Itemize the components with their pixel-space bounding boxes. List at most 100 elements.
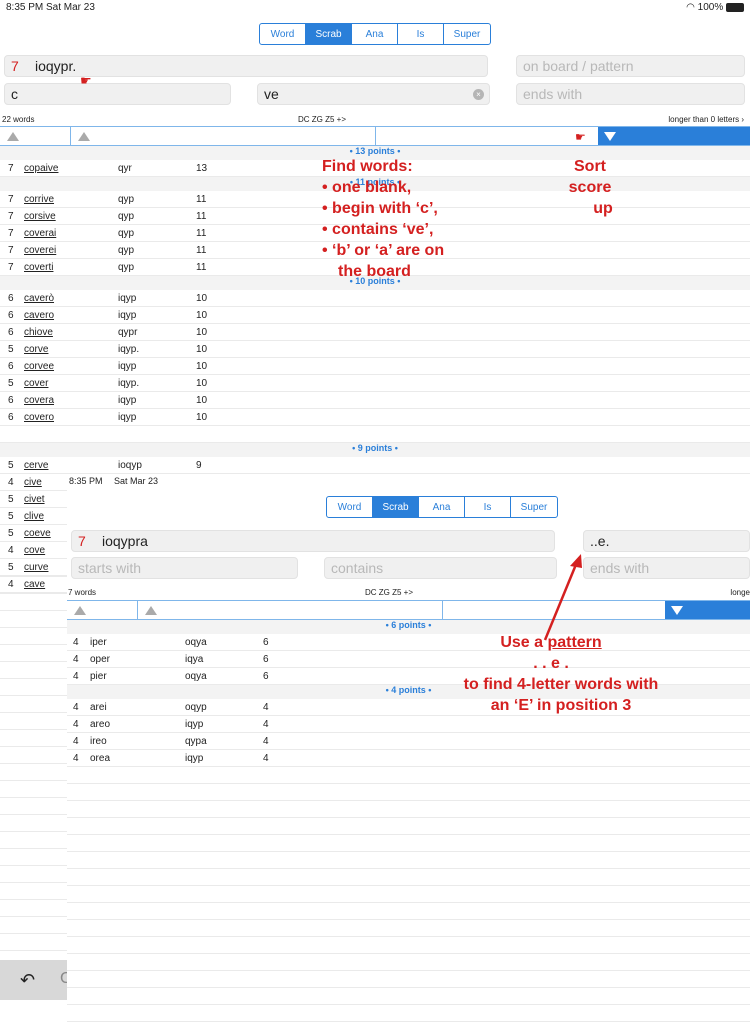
- annot-line: an ‘E’ in position 3: [490, 697, 632, 714]
- word: arei: [90, 702, 107, 713]
- word-length: 6: [8, 361, 14, 372]
- status-bar: 8:35 PM Sat Mar 23 ◠ 100%: [0, 0, 750, 16]
- rack-remaining: oqyp: [185, 702, 207, 713]
- word-length: 7: [8, 262, 14, 273]
- tab-ana[interactable]: Ana: [352, 24, 398, 44]
- sort-length-icon[interactable]: [7, 132, 19, 141]
- rack-remaining: iqyp: [118, 310, 137, 321]
- rack-remaining: qyp: [118, 194, 135, 205]
- contains-input[interactable]: ve ×: [257, 83, 490, 105]
- dictionary-options[interactable]: DC ZG Z5 +>: [298, 115, 346, 124]
- table-row[interactable]: 5 cerve ioqyp 9: [0, 457, 750, 474]
- table-row[interactable]: 6 covero iqyp 10: [0, 409, 750, 426]
- ends-with-input-2[interactable]: ends with: [583, 557, 750, 579]
- table-row[interactable]: 6 chiove qypr 10: [0, 324, 750, 341]
- word: oper: [90, 654, 111, 665]
- word-score: 11: [196, 228, 207, 239]
- word-score: 6: [263, 671, 269, 682]
- word-length: 5: [8, 494, 14, 505]
- table-row[interactable]: 4 areo iqyp 4: [67, 716, 750, 733]
- word-length: 5: [8, 528, 14, 539]
- rack-input: ioqypr.: [35, 58, 77, 74]
- word-length: 4: [73, 736, 79, 747]
- ends-with-input[interactable]: ends with: [516, 83, 745, 105]
- tab-word-2[interactable]: Word: [327, 497, 373, 517]
- word-score: 10: [196, 395, 208, 406]
- tab-scrab-2[interactable]: Scrab: [373, 497, 419, 517]
- contains-input-2[interactable]: contains: [324, 557, 557, 579]
- word-length: 7: [8, 228, 14, 239]
- word-score: 6: [263, 637, 269, 648]
- word-length: 7: [8, 163, 14, 174]
- dictionary-options-2[interactable]: DC ZG Z5 +>: [365, 588, 413, 597]
- word: coverei: [24, 245, 57, 256]
- sort-score-button[interactable]: [598, 127, 750, 145]
- tab-ana-2[interactable]: Ana: [419, 497, 465, 517]
- rack-field[interactable]: 7 ioqypr.: [4, 55, 488, 77]
- table-row[interactable]: 6 corvee iqyp 10: [0, 358, 750, 375]
- word: coeve: [24, 528, 51, 539]
- annotation-pattern-desc: to find 4-letter words with an ‘E’ in po…: [431, 674, 691, 716]
- table-row[interactable]: 5 corve iqyp. 10: [0, 341, 750, 358]
- rack-count: 7: [11, 58, 19, 74]
- word-length: 4: [73, 637, 79, 648]
- word-length: 6: [8, 327, 14, 338]
- word-length: 4: [8, 477, 14, 488]
- pattern-input[interactable]: ..e.: [583, 530, 750, 552]
- pointing-hand-icon: ☛: [80, 73, 92, 88]
- word-length: 4: [73, 719, 79, 730]
- tab-super-2[interactable]: Super: [511, 497, 557, 517]
- sort-descending-icon-2: [671, 606, 683, 615]
- sort-word-icon-2[interactable]: [145, 606, 157, 615]
- table-row[interactable]: 6 covera iqyp 10: [0, 392, 750, 409]
- word-score: 11: [196, 245, 207, 256]
- annot-pattern-title: Use a pattern: [500, 634, 602, 651]
- word-length: 7: [8, 194, 14, 205]
- annot-line: Find words:: [322, 158, 413, 175]
- word: areo: [90, 719, 111, 730]
- word-score: 10: [196, 327, 208, 338]
- tab-super[interactable]: Super: [444, 24, 490, 44]
- tab-word[interactable]: Word: [260, 24, 306, 44]
- word: coverti: [24, 262, 54, 273]
- word: iper: [90, 637, 107, 648]
- annot-line: to find 4-letter words with: [463, 676, 659, 693]
- word: covera: [24, 395, 55, 406]
- table-row[interactable]: 6 caverò iqyp 10: [0, 290, 750, 307]
- table-row[interactable]: 4 ireo qypa 4: [67, 733, 750, 750]
- sort-score-button-2[interactable]: [665, 601, 750, 619]
- word-score: 4: [263, 736, 269, 747]
- word: cerve: [24, 460, 49, 471]
- tab-is-2[interactable]: Is: [465, 497, 511, 517]
- rack-remaining: qyp: [118, 228, 135, 239]
- word-length: 6: [8, 395, 14, 406]
- rack-remaining: iqya: [185, 654, 204, 665]
- sort-word-icon[interactable]: [78, 132, 90, 141]
- word-score: 9: [196, 460, 202, 471]
- arrow-annotation: [543, 554, 582, 641]
- mode-tabs: Word Scrab Ana Is Super: [259, 23, 491, 45]
- length-filter[interactable]: longer than 0 letters ›: [668, 115, 744, 124]
- starts-with-input-2[interactable]: starts with: [71, 557, 298, 579]
- table-row[interactable]: 5 cover iqyp. 10: [0, 375, 750, 392]
- word-length: 4: [73, 654, 79, 665]
- length-filter-2[interactable]: longe: [730, 588, 750, 597]
- tab-is[interactable]: Is: [398, 24, 444, 44]
- annot-line: up: [593, 200, 613, 217]
- rack-remaining: oqya: [185, 637, 207, 648]
- clear-icon[interactable]: ×: [473, 89, 484, 100]
- board-pattern-input[interactable]: on board / pattern: [516, 55, 745, 77]
- word: corsive: [24, 211, 56, 222]
- sort-length-icon-2[interactable]: [74, 606, 86, 615]
- table-row[interactable]: 6 cavero iqyp 10: [0, 307, 750, 324]
- word-score: 6: [263, 654, 269, 665]
- annot-line: the board: [338, 263, 411, 280]
- starts-with-input[interactable]: c: [4, 83, 231, 105]
- sort-bar: ☛: [0, 126, 750, 146]
- words-count: 22 words: [2, 115, 35, 124]
- undo-icon[interactable]: ↶: [20, 970, 35, 991]
- table-row[interactable]: 4 orea iqyp 4: [67, 750, 750, 767]
- annot-line: • contains ‘ve’,: [322, 221, 434, 238]
- tab-scrab[interactable]: Scrab: [306, 24, 352, 44]
- rack-field-2[interactable]: 7 ioqypra: [71, 530, 555, 552]
